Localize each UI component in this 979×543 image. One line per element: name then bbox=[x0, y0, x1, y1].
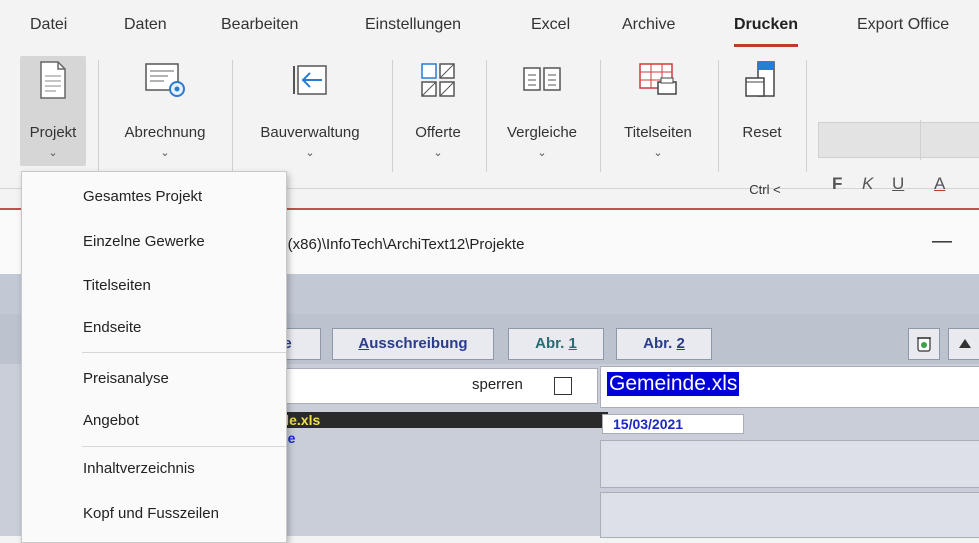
ribbon-divider bbox=[718, 60, 719, 172]
tab-einstellungen[interactable]: Einstellungen bbox=[365, 16, 461, 34]
abrechnung-label: Abrechnung bbox=[124, 124, 206, 141]
filename-value: Gemeinde.xls bbox=[607, 372, 740, 396]
tab-export-office[interactable]: Export Office bbox=[857, 16, 949, 34]
menu-item-angebot[interactable]: Angebot bbox=[22, 401, 286, 441]
access-key-label: 2 bbox=[676, 335, 685, 352]
table-print-icon bbox=[636, 60, 680, 104]
trash-icon bbox=[917, 337, 931, 352]
ausschreibung-button[interactable]: Ausschreibung bbox=[332, 328, 494, 360]
ribbon-panel: Projekt ⌄ Abrechnung ⌄ Bauverwaltung ⌄ O… bbox=[0, 50, 979, 197]
filename-field[interactable]: Gemeinde.xls bbox=[600, 366, 979, 408]
projekt-button[interactable]: Projekt ⌄ bbox=[20, 56, 86, 166]
minimize-button[interactable]: — bbox=[932, 230, 952, 253]
ribbon-divider bbox=[806, 60, 807, 172]
ribbon-divider bbox=[232, 60, 233, 172]
titelseiten-button[interactable]: Titelseiten ⌄ bbox=[608, 56, 708, 166]
offerte-label: Offerte bbox=[415, 124, 461, 141]
menu-item-label: Angebot bbox=[83, 412, 139, 429]
file-list-row-selected[interactable]: nde.xls bbox=[260, 412, 608, 428]
tab-drucken[interactable]: Drucken bbox=[734, 16, 799, 47]
format-divider bbox=[920, 120, 921, 160]
font-name-box[interactable] bbox=[818, 122, 979, 158]
vergleiche-button[interactable]: Vergleiche ⌄ bbox=[494, 56, 590, 166]
tab-archive[interactable]: Archive bbox=[622, 16, 675, 34]
reset-button[interactable]: Reset bbox=[728, 56, 796, 166]
projekt-label: Projekt bbox=[29, 124, 77, 141]
menu-separator bbox=[82, 352, 286, 353]
ribbon-divider bbox=[392, 60, 393, 172]
menu-item-endseite[interactable]: Endseite bbox=[22, 308, 286, 348]
titelseiten-label: Titelseiten bbox=[624, 124, 692, 141]
details-pane: Gemeinde.xls 15/03/2021 bbox=[600, 364, 979, 538]
reset-shortcut-label: Ctrl < bbox=[749, 182, 781, 197]
ausschreibung-label: usschreibung bbox=[369, 335, 468, 352]
italic-button[interactable]: K bbox=[862, 174, 873, 194]
bauverwaltung-button[interactable]: Bauverwaltung ⌄ bbox=[240, 56, 380, 166]
offer-grid-icon bbox=[418, 60, 458, 104]
sperren-checkbox[interactable] bbox=[554, 377, 572, 395]
date-field[interactable]: 15/03/2021 bbox=[602, 414, 744, 434]
tab-datei[interactable]: Datei bbox=[30, 16, 67, 34]
invoice-settings-icon bbox=[142, 60, 188, 104]
chevron-down-icon: ⌄ bbox=[433, 147, 443, 159]
vergleiche-label: Vergleiche bbox=[506, 124, 578, 141]
menu-item-label: Inhaltverzeichnis bbox=[83, 460, 195, 477]
ribbon-divider bbox=[600, 60, 601, 172]
chevron-down-icon: ⌄ bbox=[305, 147, 315, 159]
menu-item-label: Preisanalyse bbox=[83, 370, 169, 387]
projekt-dropdown-menu: Gesamtes Projekt Einzelne Gewerke Titels… bbox=[21, 171, 287, 543]
menu-item-label: Einzelne Gewerke bbox=[83, 233, 205, 250]
lock-bar bbox=[260, 368, 598, 404]
menu-item-gesamtes-projekt[interactable]: Gesamtes Projekt bbox=[22, 177, 286, 217]
document-icon bbox=[38, 60, 68, 104]
menu-separator bbox=[82, 446, 286, 447]
arrow-left-box-icon bbox=[288, 60, 332, 104]
menu-item-label: Gesamtes Projekt bbox=[83, 188, 203, 205]
menu-item-label: Endseite bbox=[83, 319, 142, 336]
abr-2-label: Abr. bbox=[643, 335, 677, 352]
trash-button[interactable] bbox=[908, 328, 940, 360]
window-title: s (x86)\InfoTech\ArchiText12\Projekte bbox=[276, 236, 525, 253]
reset-window-icon bbox=[742, 60, 782, 104]
menu-item-einzelne-gewerke[interactable]: Einzelne Gewerke bbox=[22, 222, 286, 262]
abr-1-label: Abr. bbox=[535, 335, 569, 352]
menu-item-label: Kopf und Fusszeilen bbox=[83, 505, 219, 522]
menu-item-preisanalyse[interactable]: Preisanalyse bbox=[22, 359, 286, 399]
abr-2-button[interactable]: Abr. 2 bbox=[616, 328, 712, 360]
triangle-up-icon bbox=[959, 339, 971, 348]
ribbon-divider bbox=[486, 60, 487, 172]
compare-icon bbox=[520, 60, 564, 104]
ribbon-divider bbox=[98, 60, 99, 172]
access-key-label: A bbox=[358, 335, 370, 352]
font-color-button[interactable]: A bbox=[934, 174, 945, 194]
bold-button[interactable]: F bbox=[832, 174, 842, 194]
underline-button[interactable]: U bbox=[892, 174, 904, 194]
chevron-down-icon: ⌄ bbox=[537, 147, 547, 159]
abr-1-button[interactable]: Abr. 1 bbox=[508, 328, 604, 360]
menu-item-titelseiten[interactable]: Titelseiten bbox=[22, 266, 286, 306]
chevron-down-icon: ⌄ bbox=[653, 147, 663, 159]
menu-item-inhaltverzeichnis[interactable]: Inhaltverzeichnis bbox=[22, 449, 286, 489]
chevron-down-icon: ⌄ bbox=[48, 147, 58, 159]
menu-item-label: Titelseiten bbox=[83, 277, 151, 294]
tab-daten[interactable]: Daten bbox=[124, 16, 167, 34]
menu-item-kopf-und-fusszeilen[interactable]: Kopf und Fusszeilen bbox=[22, 494, 286, 534]
bauverwaltung-label: Bauverwaltung bbox=[260, 124, 360, 141]
detail-field[interactable] bbox=[600, 440, 979, 488]
access-key-label: 1 bbox=[568, 335, 577, 352]
sperren-label: sperren bbox=[472, 376, 523, 393]
detail-field[interactable] bbox=[600, 492, 979, 538]
tab-bearbeiten[interactable]: Bearbeiten bbox=[221, 16, 298, 34]
offerte-button[interactable]: Offerte ⌄ bbox=[400, 56, 476, 166]
reset-label: Reset bbox=[742, 124, 782, 141]
chevron-down-icon: ⌄ bbox=[160, 147, 170, 159]
ribbon-tab-bar: Datei Daten Bearbeiten Einstellungen Exc… bbox=[0, 0, 979, 50]
tab-excel[interactable]: Excel bbox=[531, 16, 570, 34]
up-arrow-button[interactable] bbox=[948, 328, 979, 360]
abrechnung-button[interactable]: Abrechnung ⌄ bbox=[110, 56, 220, 166]
